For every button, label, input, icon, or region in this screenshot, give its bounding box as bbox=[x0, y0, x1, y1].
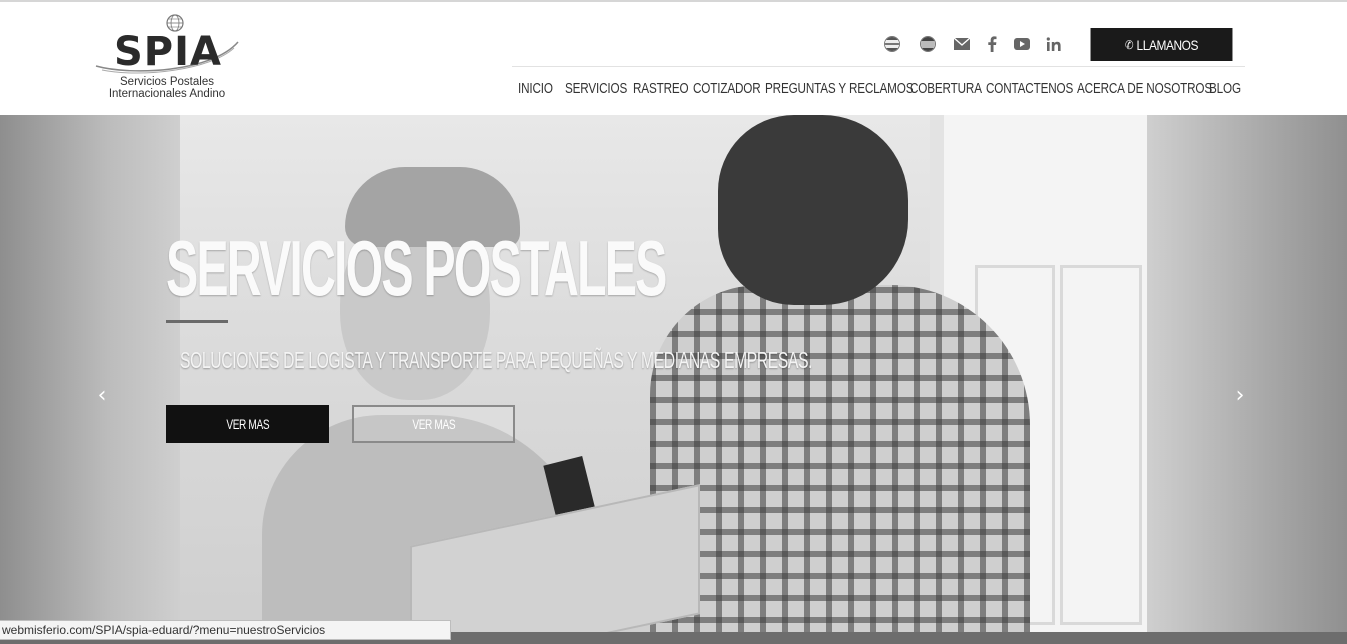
slider-next-arrow-icon[interactable]: › bbox=[1230, 383, 1250, 408]
hero-title: SERVICIOS POSTALES bbox=[166, 224, 667, 312]
logo-tagline-line2: Internacionales Andino bbox=[108, 88, 226, 100]
hero-subtitle: SOLUCIONES DE LOGISTA Y TRANSPORTE PARA … bbox=[180, 347, 813, 373]
logo-tagline-line1: Servicios Postales bbox=[120, 76, 214, 88]
nav-item-contactenos[interactable]: CONTACTENOS bbox=[986, 80, 1073, 97]
door-panel bbox=[1060, 265, 1142, 625]
customer-head bbox=[718, 115, 908, 305]
facebook-icon[interactable] bbox=[982, 34, 1002, 54]
nav-divider bbox=[512, 66, 1245, 67]
spain-flag-icon[interactable] bbox=[918, 34, 938, 54]
call-us-button[interactable]: ✆ LLAMANOS bbox=[1090, 28, 1233, 61]
ver-mas-secondary-button[interactable]: VER MAS bbox=[352, 405, 515, 443]
nav-item-inicio[interactable]: INICIO bbox=[518, 80, 553, 97]
ver-mas-secondary-label: VER MAS bbox=[412, 416, 455, 432]
envelope-icon[interactable] bbox=[952, 34, 972, 54]
nav-item-cobertura[interactable]: COBERTURA bbox=[910, 80, 982, 97]
browser-status-bar: webmisferio.com/SPIA/spia-eduard/?menu=n… bbox=[0, 620, 451, 640]
phone-icon: ✆ bbox=[1125, 37, 1134, 52]
ver-mas-primary-label: VER MAS bbox=[226, 416, 269, 432]
nav-item-blog[interactable]: BLOG bbox=[1209, 80, 1241, 97]
logo-wordmark: SPIA bbox=[114, 29, 222, 75]
linkedin-icon[interactable] bbox=[1044, 34, 1064, 54]
us-flag-icon[interactable] bbox=[882, 34, 902, 54]
nav-item-cotizador[interactable]: COTIZADOR bbox=[693, 80, 761, 97]
nav-item-preguntas-y-reclamos[interactable]: PREGUNTAS Y RECLAMOS bbox=[765, 80, 914, 97]
youtube-icon[interactable] bbox=[1012, 34, 1032, 54]
nav-item-servicios[interactable]: SERVICIOS bbox=[565, 80, 627, 97]
slider-prev-arrow-icon[interactable]: ‹ bbox=[92, 383, 112, 408]
ver-mas-primary-button[interactable]: VER MAS bbox=[166, 405, 329, 443]
site-header: SPIA Servicios Postales Internacionales … bbox=[0, 2, 1347, 115]
hero-slider: SERVICIOS POSTALES SOLUCIONES DE LOGISTA… bbox=[0, 115, 1347, 632]
nav-item-rastreo[interactable]: RASTREO bbox=[633, 80, 689, 97]
call-us-label: LLAMANOS bbox=[1136, 36, 1199, 53]
customer-figure bbox=[650, 285, 1030, 632]
hero-title-underline bbox=[166, 320, 228, 323]
hero-bg-right bbox=[1147, 115, 1347, 632]
spia-logo[interactable]: SPIA Servicios Postales Internacionales … bbox=[92, 14, 242, 104]
hero-bg-left bbox=[0, 115, 180, 632]
nav-item-acerca-de-nosotros[interactable]: ACERCA DE NOSOTROS bbox=[1077, 80, 1212, 97]
